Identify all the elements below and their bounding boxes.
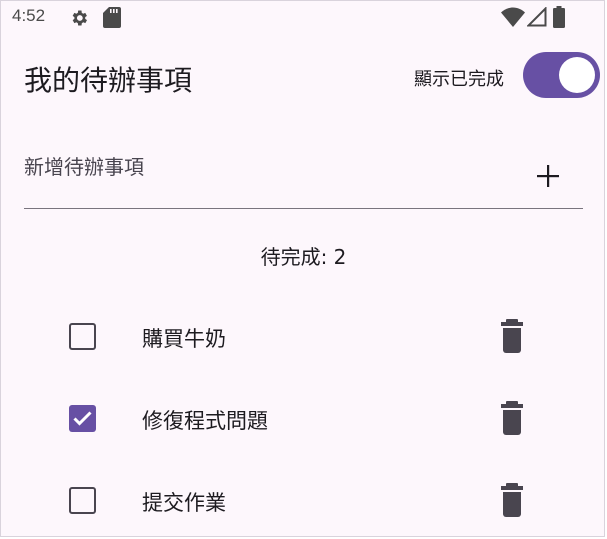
status-bar: 4:52: [1, 1, 604, 33]
todo-label: 購買牛奶: [142, 327, 226, 351]
todo-checkbox[interactable]: [69, 405, 96, 432]
trash-icon[interactable]: [495, 482, 529, 518]
sd-card-icon: [103, 7, 121, 28]
status-time: 4:52: [12, 6, 46, 25]
todo-item: 購買牛奶: [1, 307, 604, 367]
toggle-knob: [559, 57, 595, 93]
show-done-toggle[interactable]: [523, 52, 600, 98]
todo-label: 修復程式問題: [142, 409, 268, 433]
wifi-icon: [501, 7, 525, 27]
new-todo-field[interactable]: [24, 141, 583, 209]
checkmark-icon: [73, 411, 92, 426]
app-screen: 4:52 我的待辦事項 顯示已完成 待完成:: [0, 0, 605, 537]
page-title: 我的待辦事項: [24, 64, 193, 97]
new-todo-input[interactable]: [24, 155, 504, 179]
todo-checkbox[interactable]: [69, 323, 96, 350]
todo-item: 提交作業: [1, 471, 604, 531]
add-icon[interactable]: [531, 159, 565, 193]
gear-icon: [72, 10, 87, 26]
battery-icon: [553, 6, 565, 28]
signal-icon: [527, 7, 547, 27]
show-done-label: 顯示已完成: [414, 69, 504, 90]
todo-label: 提交作業: [142, 491, 226, 515]
pending-count: 待完成: 2: [260, 245, 347, 269]
todo-checkbox[interactable]: [69, 487, 96, 514]
trash-icon[interactable]: [495, 400, 529, 436]
trash-icon[interactable]: [495, 318, 529, 354]
todo-item: 修復程式問題: [1, 389, 604, 449]
